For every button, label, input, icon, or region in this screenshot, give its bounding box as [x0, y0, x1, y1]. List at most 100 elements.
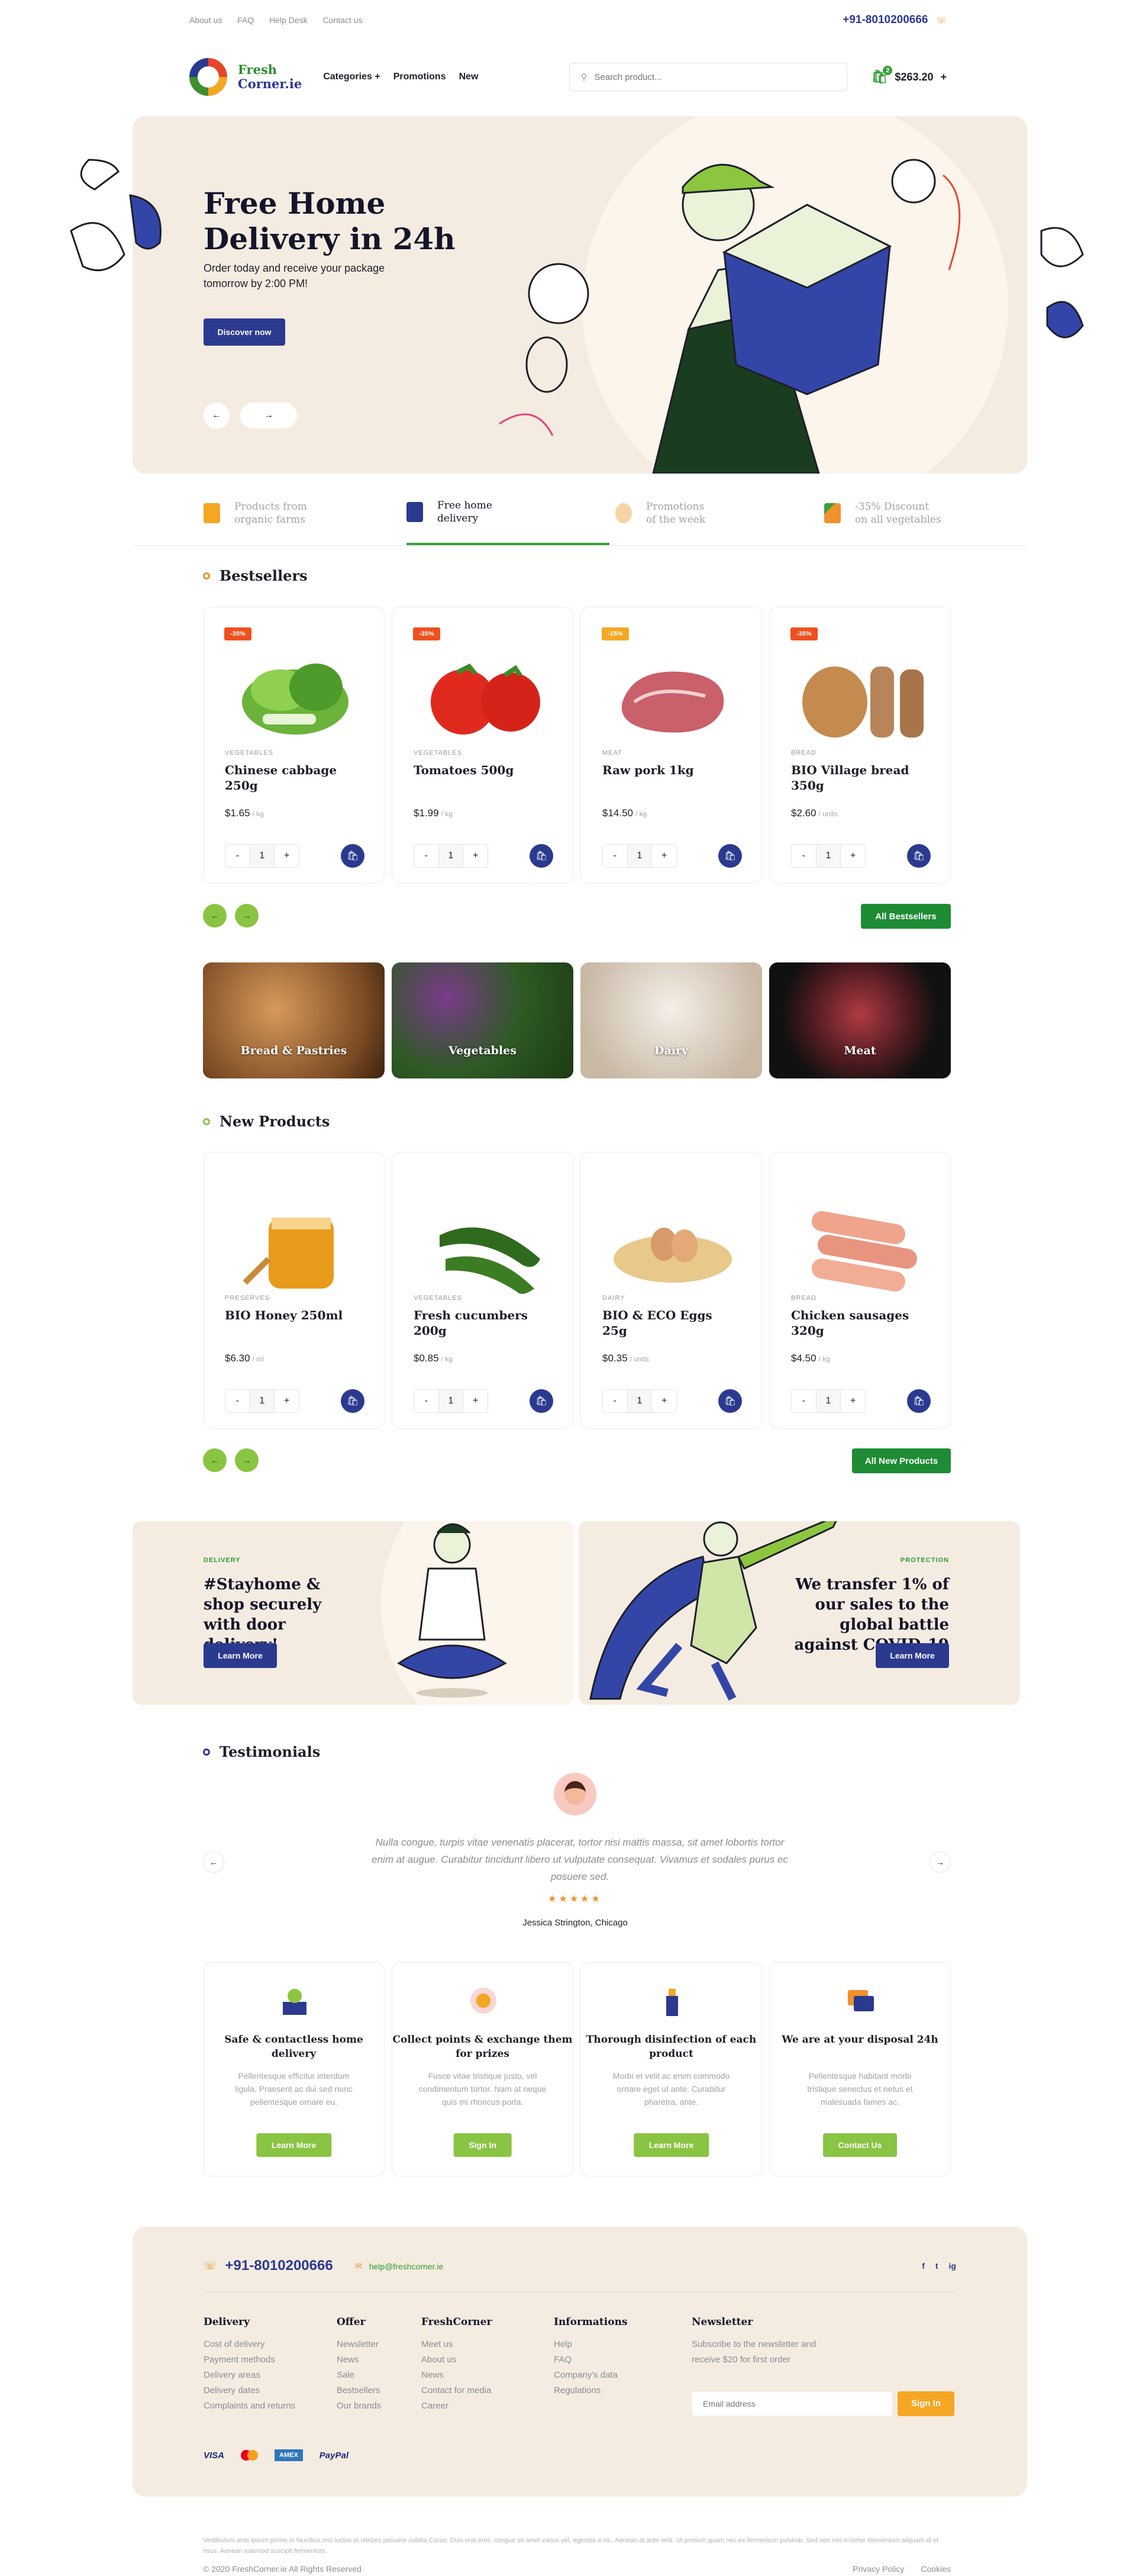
- quantity-value[interactable]: 1: [438, 1390, 464, 1412]
- plus-button[interactable]: +: [275, 1390, 299, 1412]
- product-card[interactable]: -15% Meat Raw pork 1kg $14.50/ kg -1 + 🛍: [580, 607, 762, 884]
- add-to-cart-button[interactable]: 🛍: [341, 844, 364, 868]
- product-name[interactable]: Tomatoes 500g: [414, 762, 550, 778]
- facebook-icon[interactable]: f: [922, 2261, 925, 2271]
- feature-button[interactable]: Contact Us: [822, 2133, 898, 2157]
- quantity-value[interactable]: 1: [249, 1390, 275, 1412]
- search-input[interactable]: [594, 72, 819, 82]
- nav-new[interactable]: New: [459, 72, 479, 82]
- about-link[interactable]: About us: [189, 15, 222, 25]
- footer-link[interactable]: News: [337, 2352, 381, 2368]
- privacy-policy-link[interactable]: Privacy Policy: [853, 2564, 904, 2574]
- next-button[interactable]: →: [235, 1448, 259, 1472]
- nav-categories[interactable]: Categories +: [323, 72, 380, 82]
- minus-button[interactable]: -: [414, 845, 438, 867]
- footer-link[interactable]: Complaints and returns: [204, 2398, 295, 2414]
- contact-link[interactable]: Contact us: [323, 15, 363, 25]
- tab-organic-farms[interactable]: Products from organic farms: [133, 481, 406, 545]
- plus-button[interactable]: +: [652, 1390, 676, 1412]
- minus-button[interactable]: -: [792, 1390, 816, 1412]
- footer-link[interactable]: Contact for media: [421, 2383, 492, 2398]
- minus-button[interactable]: -: [225, 845, 250, 867]
- product-card[interactable]: Dairy BIO & ECO Eggs 25g $0.35/ units -1…: [580, 1152, 762, 1429]
- plus-button[interactable]: +: [275, 845, 299, 867]
- category-bread[interactable]: Bread & Pastries: [203, 962, 385, 1078]
- category-dairy[interactable]: Dairy: [580, 962, 762, 1078]
- footer-link[interactable]: Company's data: [554, 2368, 628, 2383]
- add-to-cart-button[interactable]: 🛍: [907, 1389, 931, 1413]
- product-name[interactable]: Chinese cabbage 250g: [225, 762, 361, 793]
- add-to-cart-button[interactable]: 🛍: [907, 844, 931, 868]
- all-new-products-button[interactable]: All New Products: [852, 1448, 951, 1473]
- logo[interactable]: Fresh Corner.ie: [238, 63, 302, 91]
- footer-link[interactable]: Career: [421, 2398, 492, 2414]
- footer-link[interactable]: Cost of delivery: [204, 2337, 295, 2352]
- footer-link[interactable]: Newsletter: [337, 2337, 381, 2352]
- footer-link[interactable]: Meet us: [421, 2337, 492, 2352]
- prev-button[interactable]: ←: [203, 1448, 227, 1472]
- product-card[interactable]: -35% Vegetables Tomatoes 500g $1.99/ kg …: [392, 607, 573, 884]
- feature-button[interactable]: Learn More: [256, 2133, 332, 2157]
- quantity-value[interactable]: 1: [438, 845, 464, 867]
- footer-phone[interactable]: ☏ +91-8010200666: [204, 2258, 333, 2274]
- hero-next-button[interactable]: →: [240, 402, 297, 429]
- product-name[interactable]: Raw pork 1kg: [602, 762, 738, 778]
- quantity-value[interactable]: 1: [815, 1390, 841, 1412]
- newsletter-signin-button[interactable]: Sign In: [898, 2391, 954, 2416]
- plus-button[interactable]: +: [841, 1390, 865, 1412]
- tab-discount[interactable]: -35% Discount on all vegetables: [818, 481, 1027, 545]
- feature-button[interactable]: Sign In: [453, 2133, 512, 2157]
- quantity-value[interactable]: 1: [249, 845, 275, 867]
- plus-button[interactable]: +: [652, 845, 676, 867]
- cart[interactable]: 🛍 2 $263.20 +: [871, 66, 947, 85]
- plus-button[interactable]: +: [463, 845, 488, 867]
- add-to-cart-button[interactable]: 🛍: [530, 1389, 553, 1413]
- quantity-value[interactable]: 1: [627, 845, 653, 867]
- footer-link[interactable]: Payment methods: [204, 2352, 295, 2368]
- add-to-cart-button[interactable]: 🛍: [718, 844, 742, 868]
- minus-button[interactable]: -: [603, 1390, 627, 1412]
- footer-link[interactable]: Delivery areas: [204, 2368, 295, 2383]
- cookies-link[interactable]: Cookies: [921, 2564, 951, 2574]
- minus-button[interactable]: -: [225, 1390, 250, 1412]
- product-card[interactable]: Bread Chicken sausages 320g $4.50/ kg -1…: [769, 1152, 951, 1429]
- phone-number[interactable]: +91-8010200666: [843, 14, 928, 27]
- instagram-icon[interactable]: ig: [949, 2261, 956, 2271]
- quantity-value[interactable]: 1: [627, 1390, 653, 1412]
- learn-more-button[interactable]: Learn More: [204, 1643, 277, 1668]
- quantity-value[interactable]: 1: [815, 845, 841, 867]
- product-name[interactable]: BIO Honey 250ml: [225, 1308, 361, 1323]
- footer-link[interactable]: Bestsellers: [337, 2383, 381, 2398]
- logo-icon[interactable]: [189, 58, 227, 96]
- tab-promotions[interactable]: Promotions of the week: [609, 481, 818, 545]
- product-card[interactable]: -35% Bread BIO Village bread 350g $2.60/…: [769, 607, 951, 884]
- product-card[interactable]: Preserves BIO Honey 250ml $6.30/ ml -1 + …: [203, 1152, 385, 1429]
- prev-button[interactable]: ←: [203, 904, 227, 928]
- feature-button[interactable]: Learn More: [633, 2133, 709, 2157]
- product-name[interactable]: Fresh cucumbers 200g: [414, 1308, 550, 1338]
- product-card[interactable]: -35% Vegetables Chinese cabbage 250g $1.…: [203, 607, 385, 884]
- minus-button[interactable]: -: [603, 845, 627, 867]
- twitter-icon[interactable]: t: [935, 2261, 938, 2271]
- testimonial-next-button[interactable]: →: [930, 1852, 951, 1873]
- plus-button[interactable]: +: [463, 1390, 488, 1412]
- footer-link[interactable]: Regulations: [554, 2383, 628, 2398]
- testimonial-prev-button[interactable]: ←: [203, 1852, 224, 1873]
- all-bestsellers-button[interactable]: All Bestsellers: [861, 904, 951, 929]
- product-card[interactable]: Vegetables Fresh cucumbers 200g $0.85/ k…: [392, 1152, 573, 1429]
- product-name[interactable]: BIO & ECO Eggs 25g: [602, 1308, 738, 1338]
- help-desk-link[interactable]: Help Desk: [269, 15, 308, 25]
- discover-button[interactable]: Discover now: [204, 318, 285, 346]
- learn-more-button[interactable]: Learn More: [876, 1643, 949, 1668]
- hero-prev-button[interactable]: ←: [204, 402, 230, 429]
- footer-link[interactable]: About us: [421, 2352, 492, 2368]
- add-to-cart-button[interactable]: 🛍: [718, 1389, 742, 1413]
- add-to-cart-button[interactable]: 🛍: [341, 1389, 364, 1413]
- category-meat[interactable]: Meat: [769, 962, 951, 1078]
- footer-link[interactable]: Help: [554, 2337, 628, 2352]
- tab-home-delivery[interactable]: Free home delivery: [406, 481, 609, 545]
- add-to-cart-button[interactable]: 🛍: [530, 844, 553, 868]
- plus-button[interactable]: +: [841, 845, 865, 867]
- minus-button[interactable]: -: [414, 1390, 438, 1412]
- footer-email[interactable]: ✉ help@freshcorner.ie: [355, 2261, 443, 2271]
